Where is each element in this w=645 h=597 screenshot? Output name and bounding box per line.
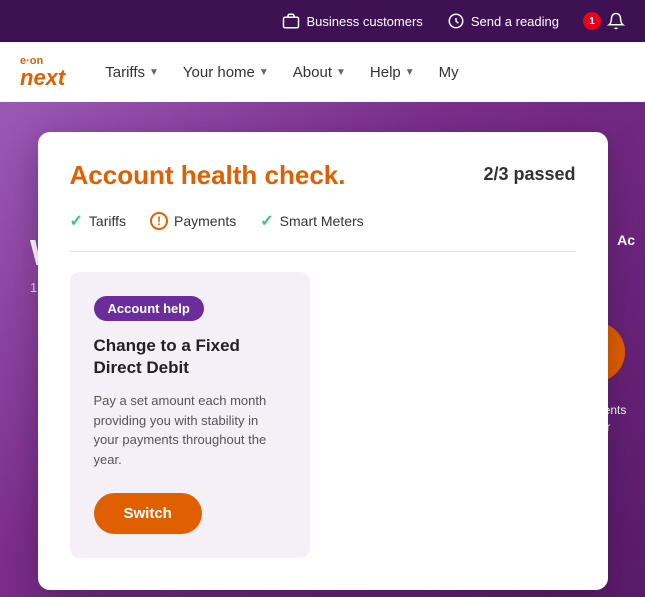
briefcase-icon bbox=[282, 12, 300, 30]
notification-badge: 1 bbox=[583, 12, 601, 30]
help-chevron-down-icon: ▼ bbox=[405, 67, 415, 78]
nav-my[interactable]: My bbox=[439, 64, 459, 81]
info-card-title: Change to a Fixed Direct Debit bbox=[94, 335, 286, 379]
logo[interactable]: e·on next bbox=[20, 56, 65, 89]
modal-overlay: Account health check. 2/3 passed ✓ Tarif… bbox=[0, 102, 645, 597]
notifications-link[interactable]: 1 bbox=[583, 12, 625, 30]
send-reading-link[interactable]: Send a reading bbox=[447, 12, 559, 30]
nav-your-home-label: Your home bbox=[183, 64, 255, 81]
meter-icon bbox=[447, 12, 465, 30]
check-item-smart-meters-label: Smart Meters bbox=[280, 213, 364, 229]
health-check-card: Account health check. 2/3 passed ✓ Tarif… bbox=[38, 132, 608, 590]
payments-warn-icon: ! bbox=[150, 212, 168, 230]
tariffs-pass-icon: ✓ bbox=[70, 211, 83, 231]
bell-icon bbox=[607, 12, 625, 30]
nav-items: Tariffs ▼ Your home ▼ About ▼ Help ▼ My bbox=[105, 64, 625, 81]
account-help-tag: Account help bbox=[94, 296, 204, 321]
passed-count: 2/3 passed bbox=[483, 164, 575, 185]
switch-button[interactable]: Switch bbox=[94, 493, 202, 534]
check-item-payments: ! Payments bbox=[150, 212, 236, 230]
tariffs-chevron-down-icon: ▼ bbox=[149, 67, 159, 78]
check-item-smart-meters: ✓ Smart Meters bbox=[260, 211, 363, 231]
logo-next: next bbox=[20, 67, 65, 89]
nav-tariffs-label: Tariffs bbox=[105, 64, 145, 81]
check-items-row: ✓ Tariffs ! Payments ✓ Smart Meters bbox=[70, 211, 576, 252]
nav-bar: e·on next Tariffs ▼ Your home ▼ About ▼ … bbox=[0, 42, 645, 102]
info-card-description: Pay a set amount each month providing yo… bbox=[94, 391, 286, 469]
top-bar: Business customers Send a reading 1 bbox=[0, 0, 645, 42]
info-card: Account help Change to a Fixed Direct De… bbox=[70, 272, 310, 558]
nav-about-label: About bbox=[293, 64, 332, 81]
nav-your-home[interactable]: Your home ▼ bbox=[183, 64, 269, 81]
check-item-tariffs-label: Tariffs bbox=[89, 213, 126, 229]
health-check-header: Account health check. 2/3 passed bbox=[70, 160, 576, 191]
health-check-title: Account health check. bbox=[70, 160, 346, 191]
nav-about[interactable]: About ▼ bbox=[293, 64, 346, 81]
check-item-payments-label: Payments bbox=[174, 213, 236, 229]
business-customers-link[interactable]: Business customers bbox=[282, 12, 422, 30]
about-chevron-down-icon: ▼ bbox=[336, 67, 346, 78]
nav-help-label: Help bbox=[370, 64, 401, 81]
nav-help[interactable]: Help ▼ bbox=[370, 64, 415, 81]
nav-tariffs[interactable]: Tariffs ▼ bbox=[105, 64, 159, 81]
business-customers-label: Business customers bbox=[306, 14, 422, 29]
send-reading-label: Send a reading bbox=[471, 14, 559, 29]
your-home-chevron-down-icon: ▼ bbox=[259, 67, 269, 78]
check-item-tariffs: ✓ Tariffs bbox=[70, 211, 127, 231]
smart-meters-pass-icon: ✓ bbox=[260, 211, 273, 231]
